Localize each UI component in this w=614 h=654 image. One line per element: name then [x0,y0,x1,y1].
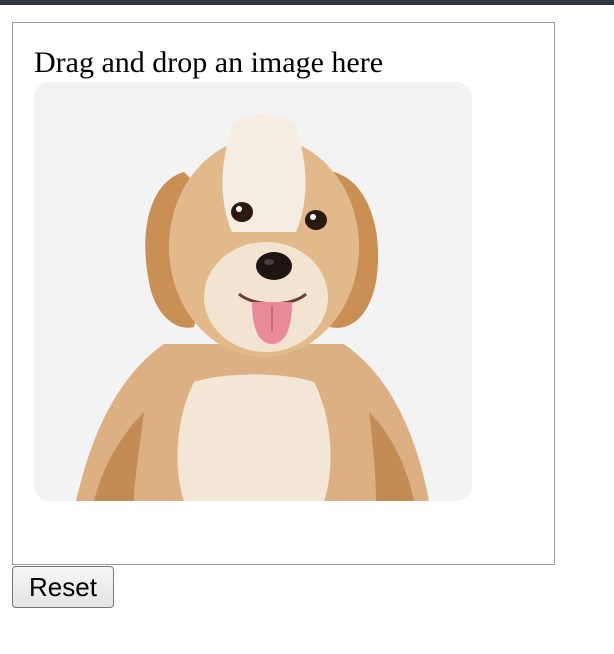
reset-button[interactable]: Reset [12,566,114,608]
top-bar [0,0,614,5]
puppy-image [34,82,472,501]
drop-zone-label: Drag and drop an image here [34,46,384,79]
image-drop-zone[interactable]: Drag and drop an image here [12,22,555,565]
dropped-image [34,82,472,501]
